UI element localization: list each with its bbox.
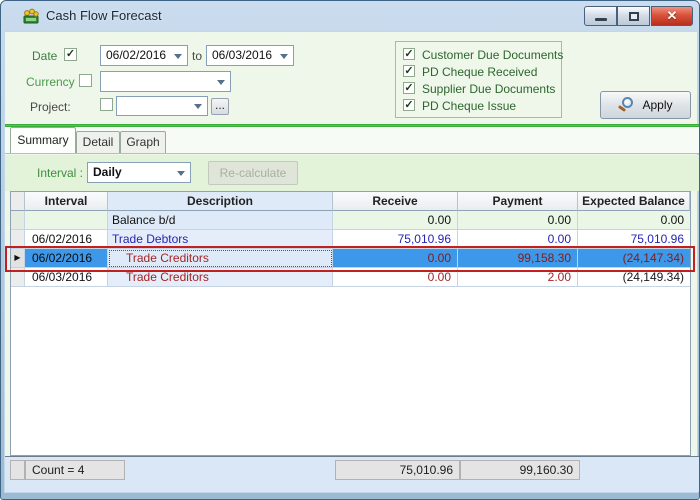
date-from-combo[interactable]: 06/02/2016 xyxy=(100,45,188,66)
row-selector[interactable] xyxy=(11,268,25,287)
pd-cheque-received-checkbox[interactable] xyxy=(403,65,415,77)
interval-bar: Interval : Daily Re-calculate xyxy=(5,155,699,191)
minimize-icon xyxy=(595,18,607,21)
interval-combo[interactable]: Daily xyxy=(87,162,191,183)
table-row-trade-creditors-selected[interactable]: 06/02/2016 Trade Creditors 0.00 99,158.3… xyxy=(11,249,690,268)
recalculate-button[interactable]: Re-calculate xyxy=(208,161,298,185)
document-options-group: Customer Due Documents PD Cheque Receive… xyxy=(395,41,562,118)
payment-total: 99,160.30 xyxy=(460,460,580,480)
to-label: to xyxy=(192,49,202,63)
project-label: Project: xyxy=(30,100,71,114)
header-selector xyxy=(11,192,25,211)
header-interval[interactable]: Interval xyxy=(25,192,108,211)
date-label: Date xyxy=(32,49,57,63)
maximize-button[interactable] xyxy=(617,6,650,26)
pd-cheque-issue-checkbox[interactable] xyxy=(403,99,415,111)
row-selector[interactable] xyxy=(11,230,25,249)
footer-bar: Count = 4 75,010.96 99,160.30 xyxy=(5,456,699,492)
tab-graph[interactable]: Graph xyxy=(120,131,166,153)
table-row-balance-bd[interactable]: Balance b/d 0.00 0.00 0.00 xyxy=(11,211,690,230)
close-icon: ✕ xyxy=(667,8,678,24)
header-expected-balance[interactable]: Expected Balance xyxy=(578,192,690,211)
close-button[interactable]: ✕ xyxy=(651,6,693,26)
project-combo[interactable] xyxy=(116,96,208,116)
table-row-trade-creditors[interactable]: 06/03/2016 Trade Creditors 0.00 2.00 (24… xyxy=(11,268,690,287)
row-selector[interactable] xyxy=(11,211,25,230)
app-icon xyxy=(23,8,39,24)
tab-strip: Summary Detail Graph xyxy=(5,127,699,154)
project-checkbox[interactable] xyxy=(100,98,113,111)
chevron-down-icon xyxy=(280,54,288,59)
project-browse-button[interactable]: ... xyxy=(211,98,229,115)
header-payment[interactable]: Payment xyxy=(458,192,578,211)
cash-flow-forecast-window: Cash Flow Forecast ✕ Date 06/02/2016 to … xyxy=(0,0,700,500)
currency-combo[interactable] xyxy=(100,71,231,92)
chevron-down-icon xyxy=(174,54,182,59)
date-to-combo[interactable]: 06/03/2016 xyxy=(206,45,294,66)
currency-checkbox[interactable] xyxy=(79,74,92,87)
header-receive[interactable]: Receive xyxy=(333,192,458,211)
focused-cell: Trade Creditors xyxy=(108,249,333,268)
row-count: Count = 4 xyxy=(25,460,125,480)
tab-detail[interactable]: Detail xyxy=(76,131,120,153)
search-icon xyxy=(618,96,636,114)
chevron-down-icon xyxy=(194,104,202,109)
currency-label: Currency xyxy=(26,75,75,89)
window-title: Cash Flow Forecast xyxy=(46,8,162,23)
tab-summary[interactable]: Summary xyxy=(10,127,76,153)
supplier-due-checkbox[interactable] xyxy=(403,82,415,94)
table-row-trade-debtors[interactable]: 06/02/2016 Trade Debtors 75,010.96 0.00 … xyxy=(11,230,690,249)
receive-total: 75,010.96 xyxy=(335,460,460,480)
interval-label: Interval : xyxy=(37,166,83,180)
minimize-button[interactable] xyxy=(584,6,617,26)
header-description[interactable]: Description xyxy=(108,192,333,211)
apply-button[interactable]: Apply xyxy=(600,91,691,119)
customer-due-checkbox[interactable] xyxy=(403,48,415,60)
dialog-content: Date 06/02/2016 to 06/03/2016 Currency P… xyxy=(4,31,698,493)
title-bar[interactable]: Cash Flow Forecast ✕ xyxy=(1,1,699,31)
date-checkbox[interactable] xyxy=(64,48,77,61)
maximize-icon xyxy=(629,12,639,21)
current-row-marker-icon[interactable] xyxy=(11,249,25,268)
footer-selector-cell xyxy=(10,460,25,480)
summary-grid: Interval Description Receive Payment Exp… xyxy=(10,191,691,456)
grid-header-row: Interval Description Receive Payment Exp… xyxy=(11,192,690,211)
chevron-down-icon xyxy=(217,80,225,85)
chevron-down-icon xyxy=(177,171,185,176)
